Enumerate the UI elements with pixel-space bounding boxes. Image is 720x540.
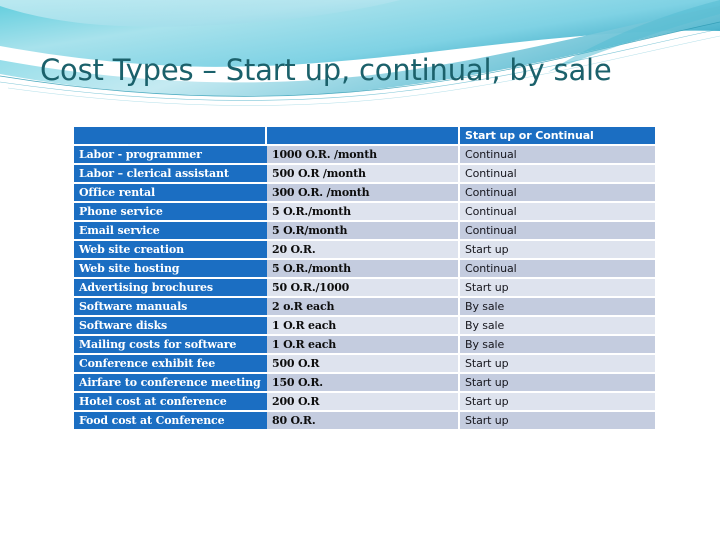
column-header-item xyxy=(74,127,267,144)
cell-type: Continual xyxy=(460,165,655,182)
table-row: Labor – clerical assistant 500 O.R /month… xyxy=(74,165,655,182)
table-row: Labor - programmer 1000 O.R. /month Contin… xyxy=(74,146,655,163)
cell-item: Airfare to conference meeting xyxy=(74,374,267,391)
table-row: Web site creation 20 O.R. Start up xyxy=(74,241,655,258)
cell-type: Start up xyxy=(460,374,655,391)
table-row: Email service 5 O.R/month Continual xyxy=(74,222,655,239)
cell-type: Start up xyxy=(460,412,655,429)
cell-item: Labor – clerical assistant xyxy=(74,165,267,182)
cell-cost: 5 O.R/month xyxy=(267,222,460,239)
cell-cost: 1000 O.R. /month xyxy=(267,146,460,163)
cell-type: By sale xyxy=(460,298,655,315)
table-row: Conference exhibit fee 500 O.R Start up xyxy=(74,355,655,372)
cell-type: Continual xyxy=(460,184,655,201)
cell-type: Continual xyxy=(460,203,655,220)
table-header: Start up or Continual xyxy=(74,127,655,144)
cell-item: Office rental xyxy=(74,184,267,201)
cell-cost: 150 O.R. xyxy=(267,374,460,391)
slide-title: Cost Types – Start up, continual, by sal… xyxy=(40,53,612,87)
cell-type: Continual xyxy=(460,222,655,239)
cell-cost: 500 O.R /month xyxy=(267,165,460,182)
table-row: Web site hosting 5 O.R./month Continual xyxy=(74,260,655,277)
table-row: Airfare to conference meeting 150 O.R. Sta… xyxy=(74,374,655,391)
cell-type: Start up xyxy=(460,241,655,258)
cost-types-table: Start up or Continual Labor - programmer… xyxy=(74,125,655,431)
cell-cost: 5 O.R./month xyxy=(267,203,460,220)
cell-type: Start up xyxy=(460,355,655,372)
cell-cost: 1 O.R each xyxy=(267,317,460,334)
table-row: Software disks 1 O.R each By sale xyxy=(74,317,655,334)
cell-cost: 20 O.R. xyxy=(267,241,460,258)
cell-cost: 500 O.R xyxy=(267,355,460,372)
table-row: Office rental 300 O.R. /month Continual xyxy=(74,184,655,201)
cell-item: Phone service xyxy=(74,203,267,220)
table-row: Phone service 5 O.R./month Continual xyxy=(74,203,655,220)
cell-cost: 300 O.R. /month xyxy=(267,184,460,201)
table-row: Advertising brochures 50 O.R./1000 Start u… xyxy=(74,279,655,296)
cell-item: Software disks xyxy=(74,317,267,334)
cell-type: By sale xyxy=(460,317,655,334)
table-row: Software manuals 2 o.R each By sale xyxy=(74,298,655,315)
cell-cost: 1 O.R each xyxy=(267,336,460,353)
cell-cost: 50 O.R./1000 xyxy=(267,279,460,296)
cell-item: Email service xyxy=(74,222,267,239)
cell-cost: 5 O.R./month xyxy=(267,260,460,277)
cell-item: Web site creation xyxy=(74,241,267,258)
cell-item: Software manuals xyxy=(74,298,267,315)
cell-item: Web site hosting xyxy=(74,260,267,277)
cell-item: Mailing costs for software xyxy=(74,336,267,353)
cell-type: By sale xyxy=(460,336,655,353)
cost-types-table-container: Start up or Continual Labor - programmer… xyxy=(74,125,655,431)
cell-cost: 2 o.R each xyxy=(267,298,460,315)
cell-type: Start up xyxy=(460,393,655,410)
cell-item: Food cost at Conference xyxy=(74,412,267,429)
cell-item: Conference exhibit fee xyxy=(74,355,267,372)
cell-cost: 200 O.R xyxy=(267,393,460,410)
column-header-cost xyxy=(267,127,460,144)
cell-cost: 80 O.R. xyxy=(267,412,460,429)
cell-type: Continual xyxy=(460,260,655,277)
cell-type: Continual xyxy=(460,146,655,163)
cell-type: Start up xyxy=(460,279,655,296)
column-header-type: Start up or Continual xyxy=(460,127,655,144)
presentation-slide: Cost Types – Start up, continual, by sal… xyxy=(0,0,720,540)
table-body: Labor - programmer 1000 O.R. /month Contin… xyxy=(74,146,655,429)
cell-item: Labor - programmer xyxy=(74,146,267,163)
table-header-row: Start up or Continual xyxy=(74,127,655,144)
cell-item: Hotel cost at conference xyxy=(74,393,267,410)
table-row: Mailing costs for software 1 O.R each By s… xyxy=(74,336,655,353)
table-row: Food cost at Conference 80 O.R. Start up xyxy=(74,412,655,429)
table-row: Hotel cost at conference 200 O.R Start up xyxy=(74,393,655,410)
cell-item: Advertising brochures xyxy=(74,279,267,296)
